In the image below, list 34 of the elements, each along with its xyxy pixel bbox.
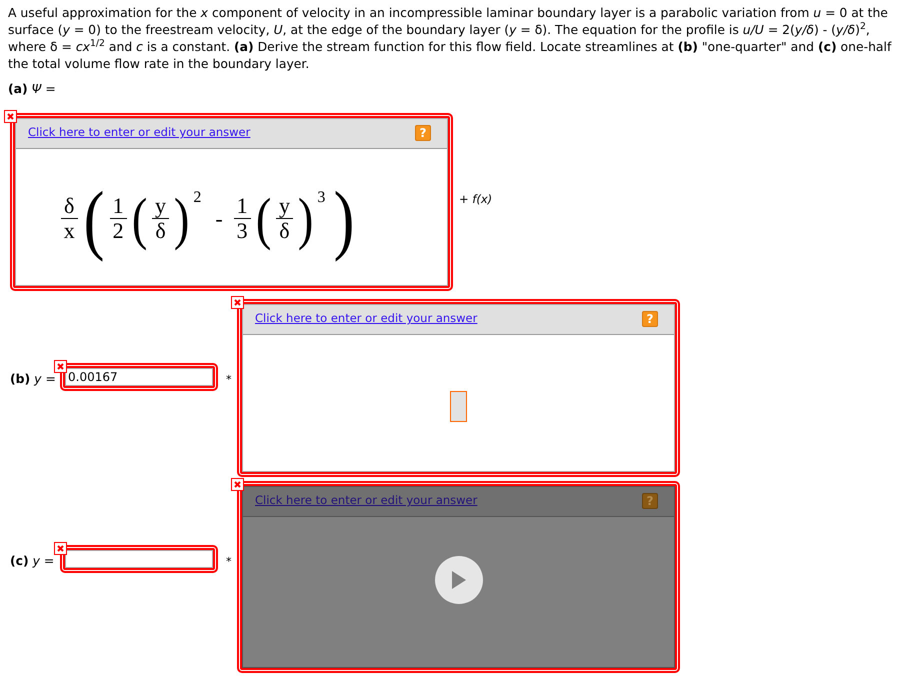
numerator: y: [154, 194, 167, 218]
part-label: (a) Ψ =: [8, 80, 57, 98]
operator: -: [215, 205, 223, 234]
exponent: 2: [193, 188, 202, 208]
required-asterisk: *: [226, 554, 232, 570]
numerator: 1: [236, 194, 249, 218]
edit-answer-link[interactable]: Click here to enter or edit your answer: [255, 492, 478, 510]
help-button[interactable]: ?: [642, 311, 658, 328]
parenthesis: ): [174, 190, 190, 248]
answer-input[interactable]: 0.00167: [65, 368, 213, 386]
input-slot[interactable]: [450, 391, 467, 422]
denominator: δ: [278, 219, 291, 244]
help-button[interactable]: ?: [415, 125, 431, 142]
numerator: y: [278, 194, 291, 218]
numerator: 1: [112, 194, 125, 218]
required-asterisk: *: [226, 372, 232, 388]
edit-answer-link[interactable]: Click here to enter or edit your answer: [255, 310, 478, 328]
help-button[interactable]: ?: [642, 493, 658, 510]
part-label: (b) y =: [10, 370, 57, 388]
parenthesis: (: [132, 190, 148, 248]
parenthesis: (: [256, 190, 272, 248]
answer-input[interactable]: [65, 550, 213, 568]
denominator: 3: [236, 219, 249, 244]
parenthesis: ): [298, 190, 314, 248]
edit-answer-link[interactable]: Click here to enter or edit your answer: [28, 124, 250, 142]
answer-suffix: + f(x): [459, 190, 492, 208]
denominator: 2: [112, 219, 125, 244]
part-label: (c) y =: [10, 552, 56, 570]
exponent: 3: [317, 188, 326, 208]
play-icon: [452, 570, 466, 589]
numerator: δ: [63, 194, 76, 218]
denominator: δ: [154, 219, 167, 244]
denominator: x: [62, 219, 76, 244]
problem-text: A useful approximation for the x component of velocity in an incompressible laminar boundary layer is a parabolic variation from u = 0 at the surface (y = 0) to the freestream velocity, U, at the edge of the boundary layer (y = δ). The equation for the profile is u/U = 2(y/δ) - (y/δ)$^{2}$, where δ = cx$^{1/2}$ and c is a constant. (a) Derive the stream function for this flow field. Locate streamlines at (b) "one-quarter" and (c) one-half the total volume flow rate in the boundary layer.: [8, 4, 892, 72]
